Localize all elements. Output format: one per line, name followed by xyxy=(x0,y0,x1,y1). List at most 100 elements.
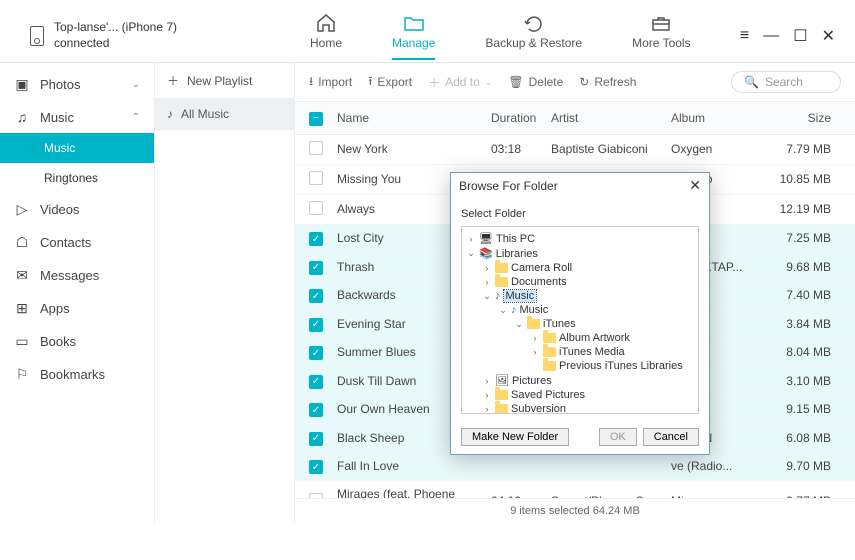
books-icon: ▭ xyxy=(14,333,30,350)
cell-size: 3.10 MB xyxy=(771,374,841,388)
sidebar-item-contacts[interactable]: ☖Contacts xyxy=(0,226,154,259)
search-input[interactable]: 🔍Search xyxy=(731,71,841,93)
folder-tree[interactable]: ›🖥This PC ⌄📚Libraries ›Camera Roll ›Docu… xyxy=(461,226,699,414)
videos-icon: ▷ xyxy=(14,201,30,218)
tree-album-artwork[interactable]: ›Album Artwork xyxy=(464,331,696,345)
minimize-icon[interactable]: — xyxy=(763,27,779,45)
tree-saved-pictures[interactable]: ›Saved Pictures xyxy=(464,388,696,402)
maximize-icon[interactable]: ☐ xyxy=(793,26,807,46)
cell-size: 8.04 MB xyxy=(771,345,841,359)
menu-icon[interactable]: ≡ xyxy=(740,27,749,45)
messages-icon: ✉ xyxy=(14,267,30,284)
tree-camera-roll[interactable]: ›Camera Roll xyxy=(464,261,696,275)
photos-icon: ▣ xyxy=(14,76,30,93)
tree-subversion[interactable]: ›Subversion xyxy=(464,402,696,414)
folder-icon xyxy=(543,361,556,371)
import-icon: ⭳ xyxy=(309,72,313,93)
select-all-checkbox[interactable]: − xyxy=(309,112,323,126)
cell-size: 6.08 MB xyxy=(771,431,841,445)
make-new-folder-button[interactable]: Make New Folder xyxy=(461,428,569,446)
dialog-close-icon[interactable]: ✕ xyxy=(689,177,701,194)
status-bar: 9 items selected 64.24 MB xyxy=(295,498,855,523)
phone-icon xyxy=(30,26,44,46)
row-checkbox[interactable]: ✓ xyxy=(309,261,323,275)
table-row[interactable]: New York03:18Baptiste GiabiconiOxygen7.7… xyxy=(295,135,855,165)
cell-size: 7.25 MB xyxy=(771,231,841,245)
col-album[interactable]: Album xyxy=(671,111,771,125)
col-artist[interactable]: Artist xyxy=(551,111,671,125)
music-note-icon: ♪ xyxy=(167,107,173,121)
new-playlist-button[interactable]: ＋New Playlist xyxy=(155,63,294,98)
tab-manage[interactable]: Manage xyxy=(392,13,435,60)
close-icon[interactable]: ✕ xyxy=(822,26,835,46)
sidebar-item-books[interactable]: ▭Books xyxy=(0,325,154,358)
row-checkbox[interactable] xyxy=(309,171,323,185)
main-tabs: Home Manage Backup & Restore More Tools xyxy=(310,13,691,60)
all-music-item[interactable]: ♪All Music xyxy=(155,98,294,130)
row-checkbox[interactable]: ✓ xyxy=(309,289,323,303)
row-checkbox[interactable]: ✓ xyxy=(309,375,323,389)
pc-icon: 🖥 xyxy=(479,232,493,245)
folder-icon xyxy=(495,404,508,414)
home-icon xyxy=(315,13,337,33)
sidebar-sub-ringtones[interactable]: Ringtones xyxy=(0,163,154,193)
tab-backup[interactable]: Backup & Restore xyxy=(485,13,582,60)
export-button[interactable]: ⭱Export xyxy=(368,72,412,93)
col-size[interactable]: Size xyxy=(771,111,841,125)
tree-music-2[interactable]: ⌄♪Music xyxy=(464,303,696,317)
col-name[interactable]: Name xyxy=(337,111,491,125)
header: Top-lanse'... (iPhone 7) connected Home … xyxy=(0,0,855,62)
cell-size: 10.85 MB xyxy=(771,172,841,186)
row-checkbox[interactable] xyxy=(309,201,323,215)
ok-button[interactable]: OK xyxy=(599,428,637,446)
sidebar-item-photos[interactable]: ▣Photos⌄ xyxy=(0,68,154,101)
sidebar-sub-music[interactable]: Music xyxy=(0,133,154,163)
tree-libraries[interactable]: ⌄📚Libraries xyxy=(464,246,696,261)
folder-icon xyxy=(403,13,425,33)
tree-itunes[interactable]: ⌄iTunes xyxy=(464,317,696,331)
export-icon: ⭱ xyxy=(368,72,372,93)
cell-name: Fall In Love xyxy=(337,459,491,473)
table-row[interactable]: Mirages (feat. Phoene Somsavath)04:10Say… xyxy=(295,481,855,498)
folder-icon xyxy=(543,347,556,357)
sidebar-item-videos[interactable]: ▷Videos xyxy=(0,193,154,226)
row-checkbox[interactable]: ✓ xyxy=(309,460,323,474)
tree-this-pc[interactable]: ›🖥This PC xyxy=(464,231,696,246)
tree-itunes-media[interactable]: ›iTunes Media xyxy=(464,345,696,359)
row-checkbox[interactable]: ✓ xyxy=(309,432,323,446)
tab-home[interactable]: Home xyxy=(310,13,342,60)
import-button[interactable]: ⭳Import xyxy=(309,72,352,93)
add-to-button[interactable]: ＋Add to⌄ xyxy=(428,74,492,91)
trash-icon: 🗑 xyxy=(508,75,523,89)
tree-pictures[interactable]: ›🖼Pictures xyxy=(464,373,696,388)
device-info[interactable]: Top-lanse'... (iPhone 7) connected xyxy=(30,20,280,51)
sidebar-item-messages[interactable]: ✉Messages xyxy=(0,259,154,292)
row-checkbox[interactable]: ✓ xyxy=(309,232,323,246)
dialog-title: Browse For Folder xyxy=(459,179,558,193)
chevron-down-icon: ⌄ xyxy=(132,79,140,90)
tree-music[interactable]: ⌄♪Music xyxy=(464,289,696,303)
chevron-up-icon: ⌃ xyxy=(132,112,140,123)
plus-icon: ＋ xyxy=(428,74,440,91)
cell-artist: Baptiste Giabiconi xyxy=(551,142,671,156)
row-checkbox[interactable]: ✓ xyxy=(309,346,323,360)
table-header: − Name Duration Artist Album Size xyxy=(295,102,855,135)
backup-icon xyxy=(523,13,545,33)
cancel-button[interactable]: Cancel xyxy=(643,428,699,446)
sidebar-item-music[interactable]: ♫Music⌃ xyxy=(0,101,154,133)
col-duration[interactable]: Duration xyxy=(491,111,551,125)
delete-button[interactable]: 🗑Delete xyxy=(508,75,563,89)
tree-prev-itunes[interactable]: Previous iTunes Libraries xyxy=(464,359,696,373)
row-checkbox[interactable]: ✓ xyxy=(309,403,323,417)
row-checkbox[interactable] xyxy=(309,141,323,155)
sidebar-item-bookmarks[interactable]: ⚐Bookmarks xyxy=(0,358,154,391)
tab-more-tools[interactable]: More Tools xyxy=(632,13,690,60)
refresh-button[interactable]: ↻Refresh xyxy=(579,75,636,89)
row-checkbox[interactable]: ✓ xyxy=(309,318,323,332)
sidebar-item-apps[interactable]: ⊞Apps xyxy=(0,292,154,325)
cell-size: 7.79 MB xyxy=(771,142,841,156)
bookmarks-icon: ⚐ xyxy=(14,366,30,383)
tree-documents[interactable]: ›Documents xyxy=(464,275,696,289)
sidebar: ▣Photos⌄ ♫Music⌃ Music Ringtones ▷Videos… xyxy=(0,63,155,523)
table-row[interactable]: ✓Fall In Loveve (Radio...9.70 MB xyxy=(295,453,855,482)
